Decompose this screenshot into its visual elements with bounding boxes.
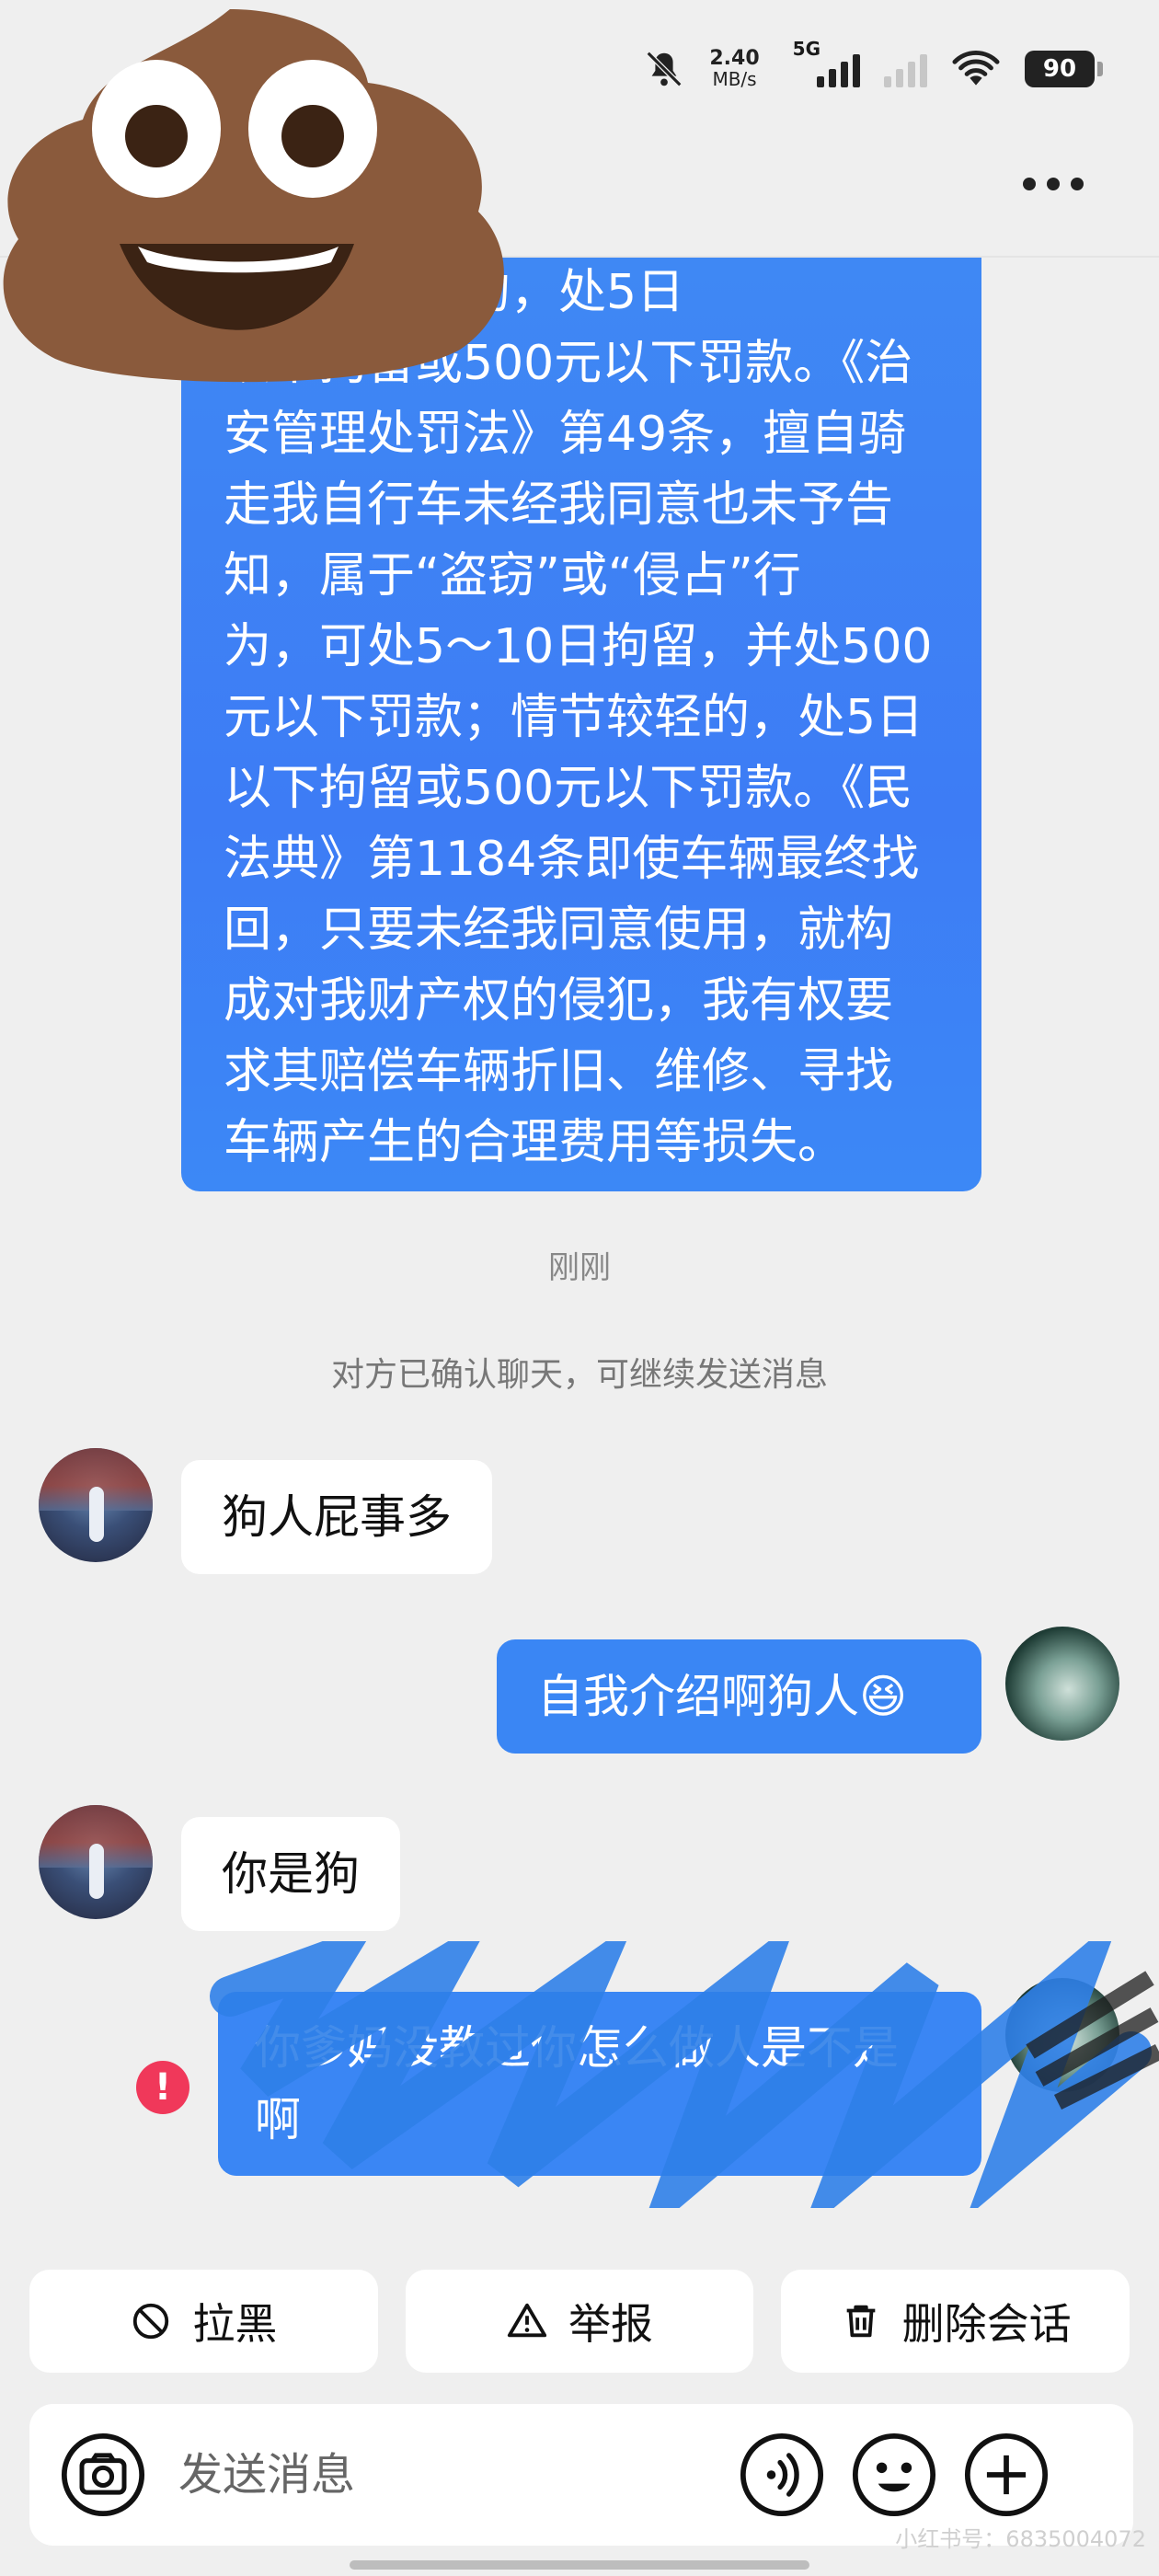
received-message[interactable]: 你是狗 <box>181 1817 400 1931</box>
contact-avatar[interactable] <box>39 1805 153 1919</box>
battery-icon: 90 <box>1025 51 1103 87</box>
camera-icon[interactable] <box>61 2432 145 2517</box>
message-input[interactable] <box>178 2449 712 2501</box>
my-avatar[interactable] <box>1005 1978 1119 2092</box>
received-message[interactable]: 狗人屁事多 <box>181 1460 492 1574</box>
contact-avatar[interactable] <box>39 1448 153 1562</box>
trash-icon <box>846 2305 876 2338</box>
message-line: 走我自行车未经我同意也未予告 <box>224 477 894 533</box>
emoji-icon[interactable] <box>852 2432 936 2517</box>
more-dot <box>1047 178 1060 190</box>
report-button[interactable]: 举报 <box>405 2270 754 2373</box>
more-dot <box>1071 178 1084 190</box>
block-label: 拉黑 <box>192 2299 278 2349</box>
signal-secondary-icon <box>884 51 927 87</box>
wifi-icon <box>952 51 1000 86</box>
network-speed: 2.40 MB/s <box>709 47 760 90</box>
message-line: 安管理处罚法》第49条，擅自骑 <box>224 407 907 462</box>
more-dots-icon <box>1023 178 1036 190</box>
poop-emoji-sticker <box>3 9 504 383</box>
my-avatar[interactable] <box>1005 1627 1119 1741</box>
more-options-button[interactable] <box>1012 166 1095 202</box>
speed-value: 2.40 <box>709 47 760 70</box>
message-line: 回，只要未经我同意使用，就构 <box>224 903 894 958</box>
mute-bell-icon <box>647 51 683 87</box>
timestamp-label: 刚刚 <box>548 1249 611 1286</box>
message-line: 元以下罚款；情节较轻的，处5日 <box>224 690 924 745</box>
home-indicator[interactable] <box>350 2560 809 2570</box>
speed-unit: MB/s <box>712 68 757 90</box>
signal-icon <box>817 51 860 87</box>
delete-conversation-button[interactable]: 删除会话 <box>781 2270 1130 2373</box>
sent-message[interactable]: 自我介绍啊狗人😆 <box>497 1639 981 1754</box>
voice-icon[interactable] <box>740 2432 824 2517</box>
conversation-actions: 拉黑 举报 删除会话 <box>29 2270 1130 2373</box>
message-line: 啊 <box>255 2093 301 2146</box>
network-type: 5G <box>792 38 820 60</box>
system-notice: 对方已确认聊天，可继续发送消息 <box>330 1356 828 1394</box>
plus-icon[interactable] <box>964 2432 1049 2517</box>
long-message-text: ，情节较轻的，处5日以下拘留或500元以下罚款。《治安管理处罚法》第49条，擅自… <box>224 258 945 1179</box>
block-icon <box>133 2303 169 2340</box>
message-line: 法典》第1184条即使车辆最终找 <box>224 832 920 887</box>
sent-message-failed[interactable]: 你爹妈没教过你怎么做人是不是 啊 <box>218 1992 981 2176</box>
send-failed-icon[interactable]: ! <box>136 2061 189 2114</box>
block-button[interactable]: 拉黑 <box>29 2270 378 2373</box>
message-line: 车辆产生的合理费用等损失。 <box>224 1115 846 1170</box>
message-line: 知，属于“盗窃”或“侵占”行 <box>224 548 801 604</box>
signal-5g: 5G <box>784 38 860 87</box>
report-label: 举报 <box>568 2299 653 2349</box>
message-line: 成对我财产权的侵犯，我有权要 <box>224 973 894 1029</box>
message-line: 为，可处5～10日拘留，并处500 <box>224 619 933 674</box>
delete-label: 删除会话 <box>901 2299 1072 2349</box>
message-line: 求其赔偿车辆折旧、维修、寻找 <box>224 1044 894 1099</box>
message-line: 你爹妈没教过你怎么做人是不是 <box>255 2021 899 2075</box>
message-line: 以下拘留或500元以下罚款。《民 <box>224 761 913 816</box>
long-message-bubble[interactable]: ，情节较轻的，处5日以下拘留或500元以下罚款。《治安管理处罚法》第49条，擅自… <box>181 258 981 1191</box>
watermark: 小红书号：6835004072 <box>895 2526 1146 2552</box>
warning-icon <box>507 2303 547 2338</box>
